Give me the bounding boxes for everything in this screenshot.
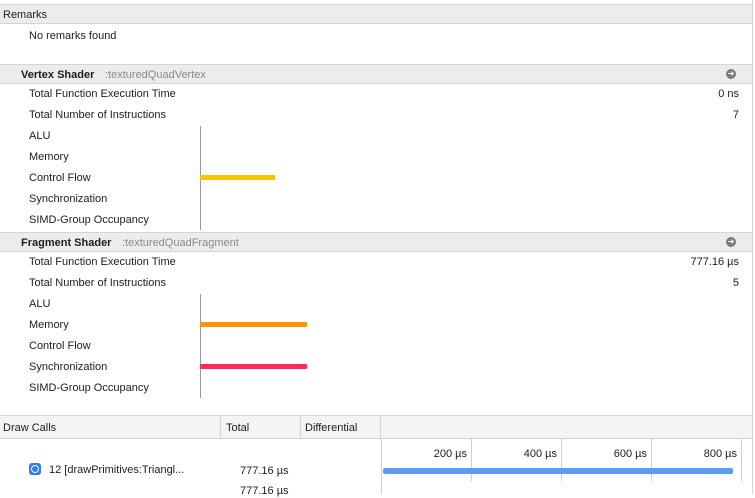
- timeline-tick-label: 400 µs: [523, 448, 557, 460]
- vertex-metric-synchronization-label: Synchronization: [29, 193, 108, 205]
- column-header-draw-calls[interactable]: Draw Calls: [3, 421, 56, 435]
- timeline-tick-line: [651, 439, 652, 481]
- column-header-differential[interactable]: Differential: [305, 421, 357, 435]
- draw-calls-table-header: Draw Calls Total Differential: [0, 415, 752, 439]
- vertex-total-time-value: 0 ns: [718, 88, 739, 100]
- timeline-tick-label: 200 µs: [433, 448, 467, 460]
- fragment-instructions-value: 5: [732, 277, 739, 289]
- panel-right-border: [752, 0, 753, 494]
- draw-call-total: 777.16 µs: [240, 465, 289, 477]
- vertex-metric-bar-control-flow: [200, 175, 275, 180]
- remarks-title: Remarks: [3, 9, 48, 21]
- vertex-metric-alu-label: ALU: [29, 130, 51, 142]
- remarks-header: Remarks: [0, 4, 752, 24]
- vertex-metric-control-flow-label: Control Flow: [29, 172, 91, 184]
- vertex-instructions-label: Total Number of Instructions: [29, 109, 166, 121]
- fragment-shader-header[interactable]: Fragment Shader :texturedQuadFragment ➜: [0, 232, 752, 252]
- fragment-total-time-label: Total Function Execution Time: [29, 256, 176, 268]
- draw-call-label: 12 [drawPrimitives:Triangl...: [49, 464, 185, 476]
- column-separator[interactable]: [300, 416, 301, 438]
- fragment-metric-bar-memory: [200, 322, 307, 327]
- vertex-shader-header[interactable]: Vertex Shader :texturedQuadVertex ➜: [0, 64, 752, 84]
- fragment-total-time-value: 777.16 µs: [690, 256, 739, 268]
- fragment-metric-control-flow-label: Control Flow: [29, 340, 91, 352]
- timeline-tick-line: [561, 439, 562, 481]
- timeline-tick-label: 600 µs: [613, 448, 647, 460]
- vertex-metric-memory-label: Memory: [29, 151, 69, 163]
- timeline-tick-line: [741, 439, 742, 481]
- timeline-tick-label: 800 µs: [703, 448, 737, 460]
- vertex-total-time-label: Total Function Execution Time: [29, 88, 176, 100]
- timeline-tick-line: [471, 439, 472, 481]
- vertex-metric-simd-label: SIMD-Group Occupancy: [29, 214, 149, 226]
- remarks-message: No remarks found: [29, 30, 117, 42]
- column-separator[interactable]: [220, 416, 221, 438]
- fragment-metric-alu-label: ALU: [29, 298, 51, 310]
- draw-call-duration-bar: [383, 468, 733, 474]
- fragment-metric-bar-synchronization: [200, 364, 307, 369]
- fragment-shader-go-to-source-icon[interactable]: ➜: [726, 237, 736, 247]
- timeline-left-border: [381, 439, 382, 494]
- fragment-metrics-axis: [200, 294, 201, 398]
- fragment-metric-synchronization-label: Synchronization: [29, 361, 108, 373]
- fragment-instructions-label: Total Number of Instructions: [29, 277, 166, 289]
- vertex-instructions-value: 7: [732, 109, 739, 121]
- fragment-shader-title: Fragment Shader: [21, 237, 112, 249]
- fragment-metric-memory-label: Memory: [29, 319, 69, 331]
- draw-call-total: 777.16 µs: [240, 485, 289, 497]
- fragment-shader-function-name: :texturedQuadFragment: [122, 237, 239, 249]
- column-separator[interactable]: [380, 416, 381, 438]
- vertex-shader-title: Vertex Shader: [21, 69, 95, 81]
- vertex-shader-go-to-source-icon[interactable]: ➜: [726, 69, 736, 79]
- column-header-total[interactable]: Total: [226, 421, 249, 435]
- vertex-shader-function-name: :texturedQuadVertex: [105, 69, 206, 81]
- fragment-metric-simd-label: SIMD-Group Occupancy: [29, 382, 149, 394]
- draw-call-icon: [29, 463, 41, 475]
